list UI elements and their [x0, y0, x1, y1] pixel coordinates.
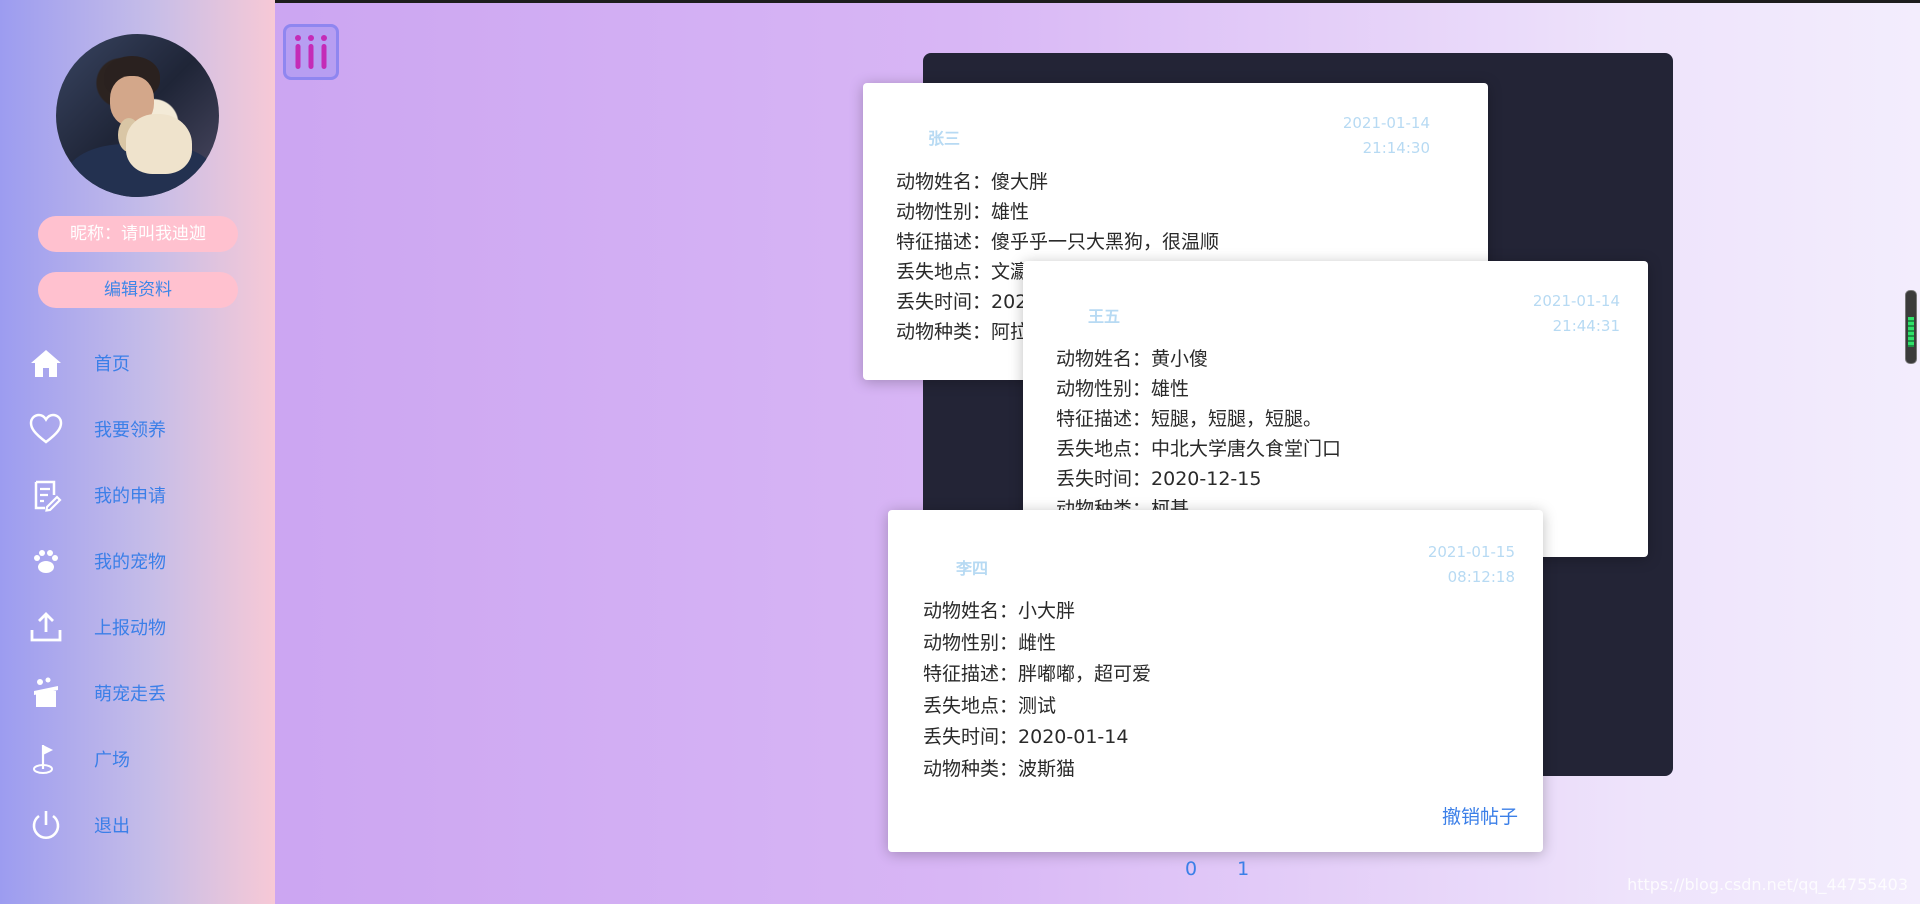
- detail-row: 动物种类：波斯猫: [923, 757, 1076, 780]
- detail-row: 动物姓名：傻大胖: [896, 171, 1049, 193]
- lost-pet-icon: [34, 677, 58, 707]
- post-author: 李四: [956, 559, 989, 578]
- sidebar-item-label: 萌宠走丢: [94, 684, 166, 705]
- pet-details: 动物姓名：小大胖 动物性别：雌性 特征描述：胖嘟嘟，超可爱 丢失地点：测试 丢失…: [923, 596, 1151, 785]
- page-0-link[interactable]: 0: [1185, 858, 1197, 880]
- detail-row: 丢失地点：测试: [923, 694, 1057, 717]
- pagination: 01: [1185, 858, 1289, 880]
- detail-row: 动物性别：雌性: [923, 631, 1057, 654]
- sidebar-item-applications[interactable]: 我的申请: [0, 462, 275, 528]
- paw-icon: [34, 550, 58, 573]
- menu-toggle-button[interactable]: [283, 24, 339, 80]
- detail-row: 动物性别：雄性: [896, 201, 1030, 223]
- avatar[interactable]: [56, 34, 219, 197]
- post-author: 张三: [928, 129, 961, 148]
- post-timestamp: 2021-01-14 21:44:31: [1532, 292, 1620, 335]
- detail-row: 丢失时间：2020-01-14: [923, 726, 1129, 748]
- nickname-badge: 昵称：请叫我迪迦: [38, 216, 238, 252]
- sidebar-item-logout[interactable]: 退出: [0, 792, 275, 858]
- lost-pet-card[interactable]: 李四 2021-01-15 08:12:18 动物姓名：小大胖 动物性别：雌性 特…: [888, 510, 1543, 852]
- detail-row: 动物性别：雄性: [1056, 378, 1190, 400]
- watermark: https://blog.csdn.net/qq_44755403: [1627, 875, 1908, 894]
- post-timestamp: 2021-01-14 21:14:30: [1342, 114, 1430, 157]
- sidebar-item-home[interactable]: 首页: [0, 330, 275, 396]
- sidebar-item-my-pets[interactable]: 我的宠物: [0, 528, 275, 594]
- sidebar-item-adopt[interactable]: 我要领养: [0, 396, 275, 462]
- home-icon: [31, 350, 61, 377]
- detail-row: 特征描述：傻乎乎一只大黑狗，很温顺: [896, 231, 1220, 253]
- detail-row: 特征描述：胖嘟嘟，超可爱: [923, 663, 1152, 685]
- sidebar: 昵称：请叫我迪迦 编辑资料 首页 我要领养 我的申请 我的宠物 上报动物 萌宠走…: [0, 0, 275, 904]
- flag-icon: [33, 745, 53, 774]
- pet-details: 动物姓名：黄小傻 动物性别：雄性 特征描述：短腿，短腿，短腿。 丢失地点：中北大…: [1056, 344, 1341, 524]
- upload-icon: [30, 612, 62, 642]
- power-icon: [32, 811, 60, 839]
- detail-row: 丢失地点：中北大学唐久食堂门口: [1056, 438, 1342, 460]
- menu-icon: [295, 35, 327, 69]
- edit-profile-button[interactable]: 编辑资料: [38, 272, 238, 308]
- heart-icon: [29, 413, 63, 444]
- sidebar-item-square[interactable]: 广场: [0, 726, 275, 792]
- page-1-link[interactable]: 1: [1237, 858, 1249, 880]
- side-scroll-handle[interactable]: [1905, 290, 1917, 364]
- sidebar-item-label: 首页: [94, 354, 130, 375]
- detail-row: 丢失时间：2020-12-15: [1056, 468, 1262, 490]
- sidebar-item-lost-pets[interactable]: 萌宠走丢: [0, 660, 275, 726]
- sidebar-item-label: 广场: [94, 750, 130, 771]
- sidebar-item-label: 退出: [94, 816, 130, 837]
- sidebar-item-label: 我要领养: [94, 420, 166, 441]
- sidebar-nav: 首页 我要领养 我的申请 我的宠物 上报动物 萌宠走丢 广场 退出: [0, 330, 275, 858]
- sidebar-item-label: 我的宠物: [94, 552, 166, 573]
- post-author: 王五: [1088, 307, 1121, 326]
- post-timestamp: 2021-01-15 08:12:18: [1427, 543, 1515, 586]
- sidebar-item-report[interactable]: 上报动物: [0, 594, 275, 660]
- top-border: [0, 0, 1920, 3]
- withdraw-post-button[interactable]: 撤销帖子: [1442, 802, 1518, 829]
- detail-row: 动物姓名：黄小傻: [1056, 348, 1209, 370]
- sidebar-item-label: 我的申请: [94, 486, 166, 507]
- detail-row: 特征描述：短腿，短腿，短腿。: [1056, 408, 1323, 430]
- edit-document-icon: [34, 480, 62, 512]
- detail-row: 动物姓名：小大胖: [923, 600, 1076, 622]
- sidebar-item-label: 上报动物: [94, 618, 166, 639]
